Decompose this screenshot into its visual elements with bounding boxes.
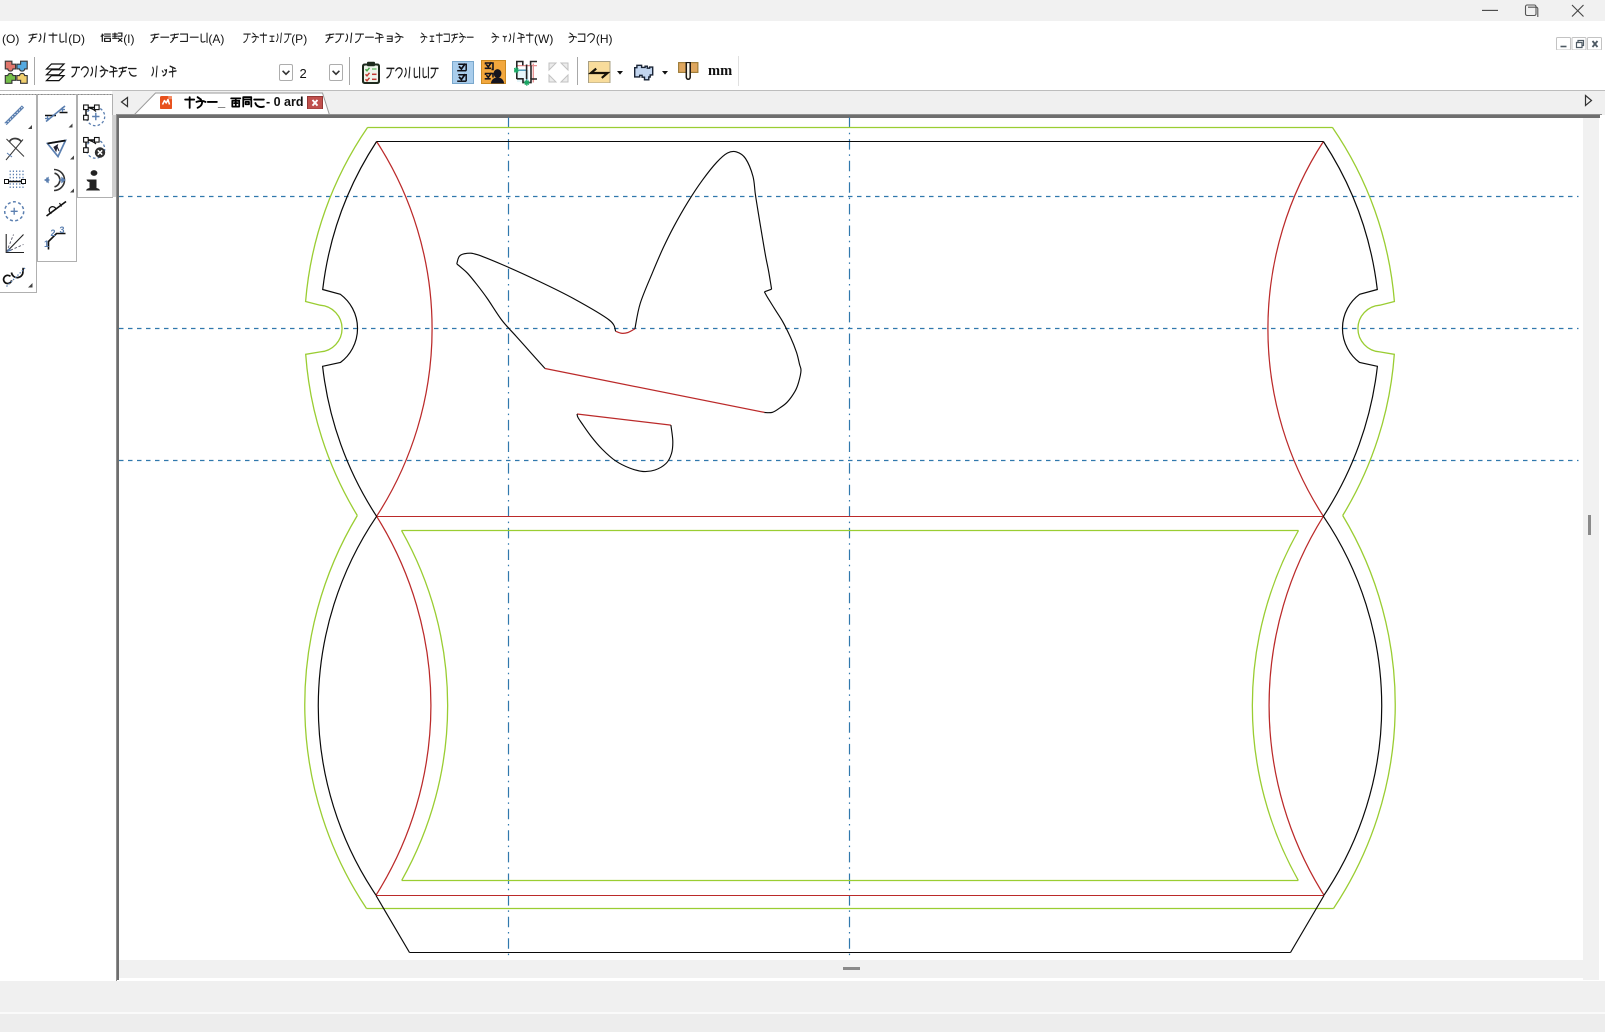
svg-text:1: 1 xyxy=(44,239,49,249)
svg-text:2: 2 xyxy=(51,228,56,238)
svg-text:3: 3 xyxy=(60,225,65,235)
